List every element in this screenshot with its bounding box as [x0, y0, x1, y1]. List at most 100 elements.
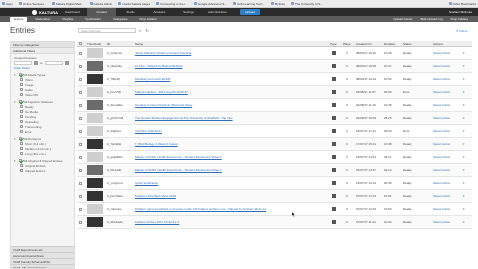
col-status[interactable]: Status [403, 42, 412, 46]
checkbox[interactable] [20, 88, 23, 91]
tab-syndication[interactable]: Syndication [81, 17, 105, 22]
select-action-dropdown[interactable]: Select Action [433, 181, 450, 185]
chevron-down-icon[interactable]: ▾ [463, 194, 465, 198]
tab-entries[interactable]: Entries [10, 16, 28, 22]
checkbox[interactable] [20, 169, 23, 172]
table-row[interactable]: 0_7jv3sfsk T_Bird Biology 2 Week 3 Cutout… [77, 138, 472, 151]
chevron-down-icon[interactable]: ▾ [463, 168, 465, 172]
entry-thumbnail[interactable] [87, 61, 103, 71]
table-row[interactable]: 0_bvvr7f4t Kaltura Capture - 2017 Aug 03 … [77, 86, 472, 99]
chevron-down-icon[interactable]: ▾ [463, 116, 465, 120]
bookmark-item[interactable]: The University of S... [290, 2, 323, 6]
table-row[interactable]: 0_ndnucjre Problem game Feedback a surpri… [77, 203, 472, 216]
chevron-down-icon[interactable]: ▾ [463, 103, 465, 107]
entry-name-link[interactable]: Quick Verification [135, 181, 158, 185]
table-row[interactable]: 0_4rlg0onr YouTube Draft Entry 0 18/07/17 1… [77, 125, 472, 138]
metadata-filter-header[interactable]: Tiv18_FB_CatAsSolution [11, 264, 74, 268]
checkbox[interactable] [19, 137, 22, 140]
checkbox[interactable] [79, 169, 82, 172]
nav-dashboard[interactable]: Dashboard [58, 8, 87, 16]
nav-settings[interactable]: Settings [174, 8, 203, 16]
select-action-dropdown[interactable]: Select Action [433, 64, 450, 68]
row-select[interactable] [79, 104, 82, 108]
link-bulk-upload-log[interactable]: Bulk Upload Log [421, 17, 443, 21]
select-action-dropdown[interactable]: Select Action [433, 51, 450, 55]
calendar-icon[interactable] [34, 61, 38, 65]
entry-name-link[interactable]: Master of Public Health Experience - Stu… [135, 168, 222, 172]
additional-filters[interactable]: Additional Filters [11, 48, 74, 54]
table-row[interactable]: 0_ztwzo4ly Lit Test - Clipped by Based We… [77, 60, 472, 73]
refresh-icon[interactable]: ↻ [144, 28, 150, 33]
nav-administration[interactable]: Administration [203, 8, 232, 16]
filters-button[interactable]: ⚲ Filters [456, 28, 472, 33]
checkbox[interactable] [20, 93, 23, 96]
user-menu[interactable]: Graham McInnes [449, 10, 478, 14]
bookmark-item[interactable]: Kaltura Digital Med... [51, 2, 84, 6]
chevron-down-icon[interactable]: ▾ [463, 207, 465, 211]
row-select[interactable] [79, 208, 82, 212]
checkbox[interactable] [79, 221, 82, 224]
col-created[interactable]: Created On [356, 42, 372, 46]
chevron-down-icon[interactable]: ▾ [463, 142, 465, 146]
entry-thumbnail[interactable] [87, 178, 103, 188]
col-type[interactable]: Type [330, 42, 337, 46]
checkbox[interactable] [20, 125, 23, 128]
checkbox[interactable] [20, 105, 23, 108]
col-duration[interactable]: Duration [384, 42, 395, 46]
chevron-down-icon[interactable]: ▾ [463, 90, 465, 94]
link-upload-center[interactable]: Upload Center [393, 17, 412, 21]
checkbox[interactable] [79, 156, 82, 159]
row-select[interactable] [79, 169, 82, 173]
entry-thumbnail[interactable] [87, 152, 103, 162]
entry-thumbnail[interactable] [87, 217, 103, 227]
entry-thumbnail[interactable] [87, 191, 103, 201]
checkbox[interactable] [79, 78, 82, 81]
row-select[interactable] [79, 130, 82, 134]
select-action-dropdown[interactable]: Select Action [433, 129, 450, 133]
select-action-dropdown[interactable]: Select Action [433, 194, 450, 198]
select-action-dropdown[interactable]: Select Action [433, 207, 450, 211]
table-row[interactable]: 0_jomr3ben Feature of the Best show 2018 0… [77, 190, 472, 203]
filter-option[interactable]: Error [11, 129, 74, 134]
row-select[interactable] [79, 221, 82, 225]
select-action-dropdown[interactable]: Select Action [433, 155, 450, 159]
select-all-checkbox[interactable] [79, 42, 82, 46]
checkbox[interactable] [20, 110, 23, 113]
checkbox[interactable] [19, 73, 22, 76]
entry-thumbnail[interactable] [87, 139, 103, 149]
entry-name-link[interactable]: Kaltura Capture - 2017 Aug 03 11:56:37 [135, 90, 188, 94]
table-row[interactable]: 0_gzvf7zm8 The Human Student Engagement a… [77, 112, 472, 125]
tab-drop-folders[interactable]: Drop Folders [135, 17, 160, 22]
entry-thumbnail[interactable] [87, 165, 103, 175]
bookmark-item[interactable]: Online Services - [18, 2, 46, 6]
entry-name-link[interactable]: The Human Student Engagement at The Univ… [135, 116, 233, 120]
checkbox[interactable] [20, 164, 23, 167]
bookmark-item[interactable]: MyDuty [270, 2, 285, 6]
search-icon[interactable]: ⌕ [137, 28, 143, 33]
table-row[interactable]: 0_7ffqz2fj Modelling and work WHLB 0 08/03/… [77, 73, 472, 86]
entry-thumbnail[interactable] [87, 87, 103, 97]
tab-playlists[interactable]: Playlists [58, 17, 77, 22]
chevron-down-icon[interactable]: ▾ [14, 137, 17, 141]
chevron-down-icon[interactable]: ▾ [463, 77, 465, 81]
table-row[interactable]: 0_4iuvw6ko Creating Content Practical (Mi… [77, 99, 472, 112]
checkbox[interactable] [79, 52, 82, 55]
checkbox[interactable] [79, 143, 82, 146]
col-id[interactable]: ID [107, 42, 110, 46]
bookmark-item[interactable]: Apps [2, 2, 13, 6]
nav-studio[interactable]: Studio [116, 8, 145, 16]
entry-name-link[interactable]: Master of Public Health Experience - Stu… [135, 155, 222, 159]
filter-option[interactable]: Clipped Entries [11, 168, 74, 173]
chevron-down-icon[interactable]: ▾ [463, 51, 465, 55]
row-select[interactable] [79, 78, 82, 82]
entry-name-link[interactable]: T_Bird Biology 2 Week 3 Cutout [135, 142, 178, 146]
entry-name-link[interactable]: Feature of Peer 2017 16 April 1 2 [135, 220, 179, 224]
row-select[interactable] [79, 143, 82, 147]
entry-thumbnail[interactable] [87, 204, 103, 214]
row-select[interactable] [79, 195, 82, 199]
filter-option[interactable]: Video Mix [11, 92, 74, 97]
checkbox[interactable] [79, 182, 82, 185]
checkbox[interactable] [20, 120, 23, 123]
row-select[interactable] [79, 91, 82, 95]
entry-name-link[interactable]: Creating Content Practical (Microsoft Sw… [135, 103, 192, 107]
